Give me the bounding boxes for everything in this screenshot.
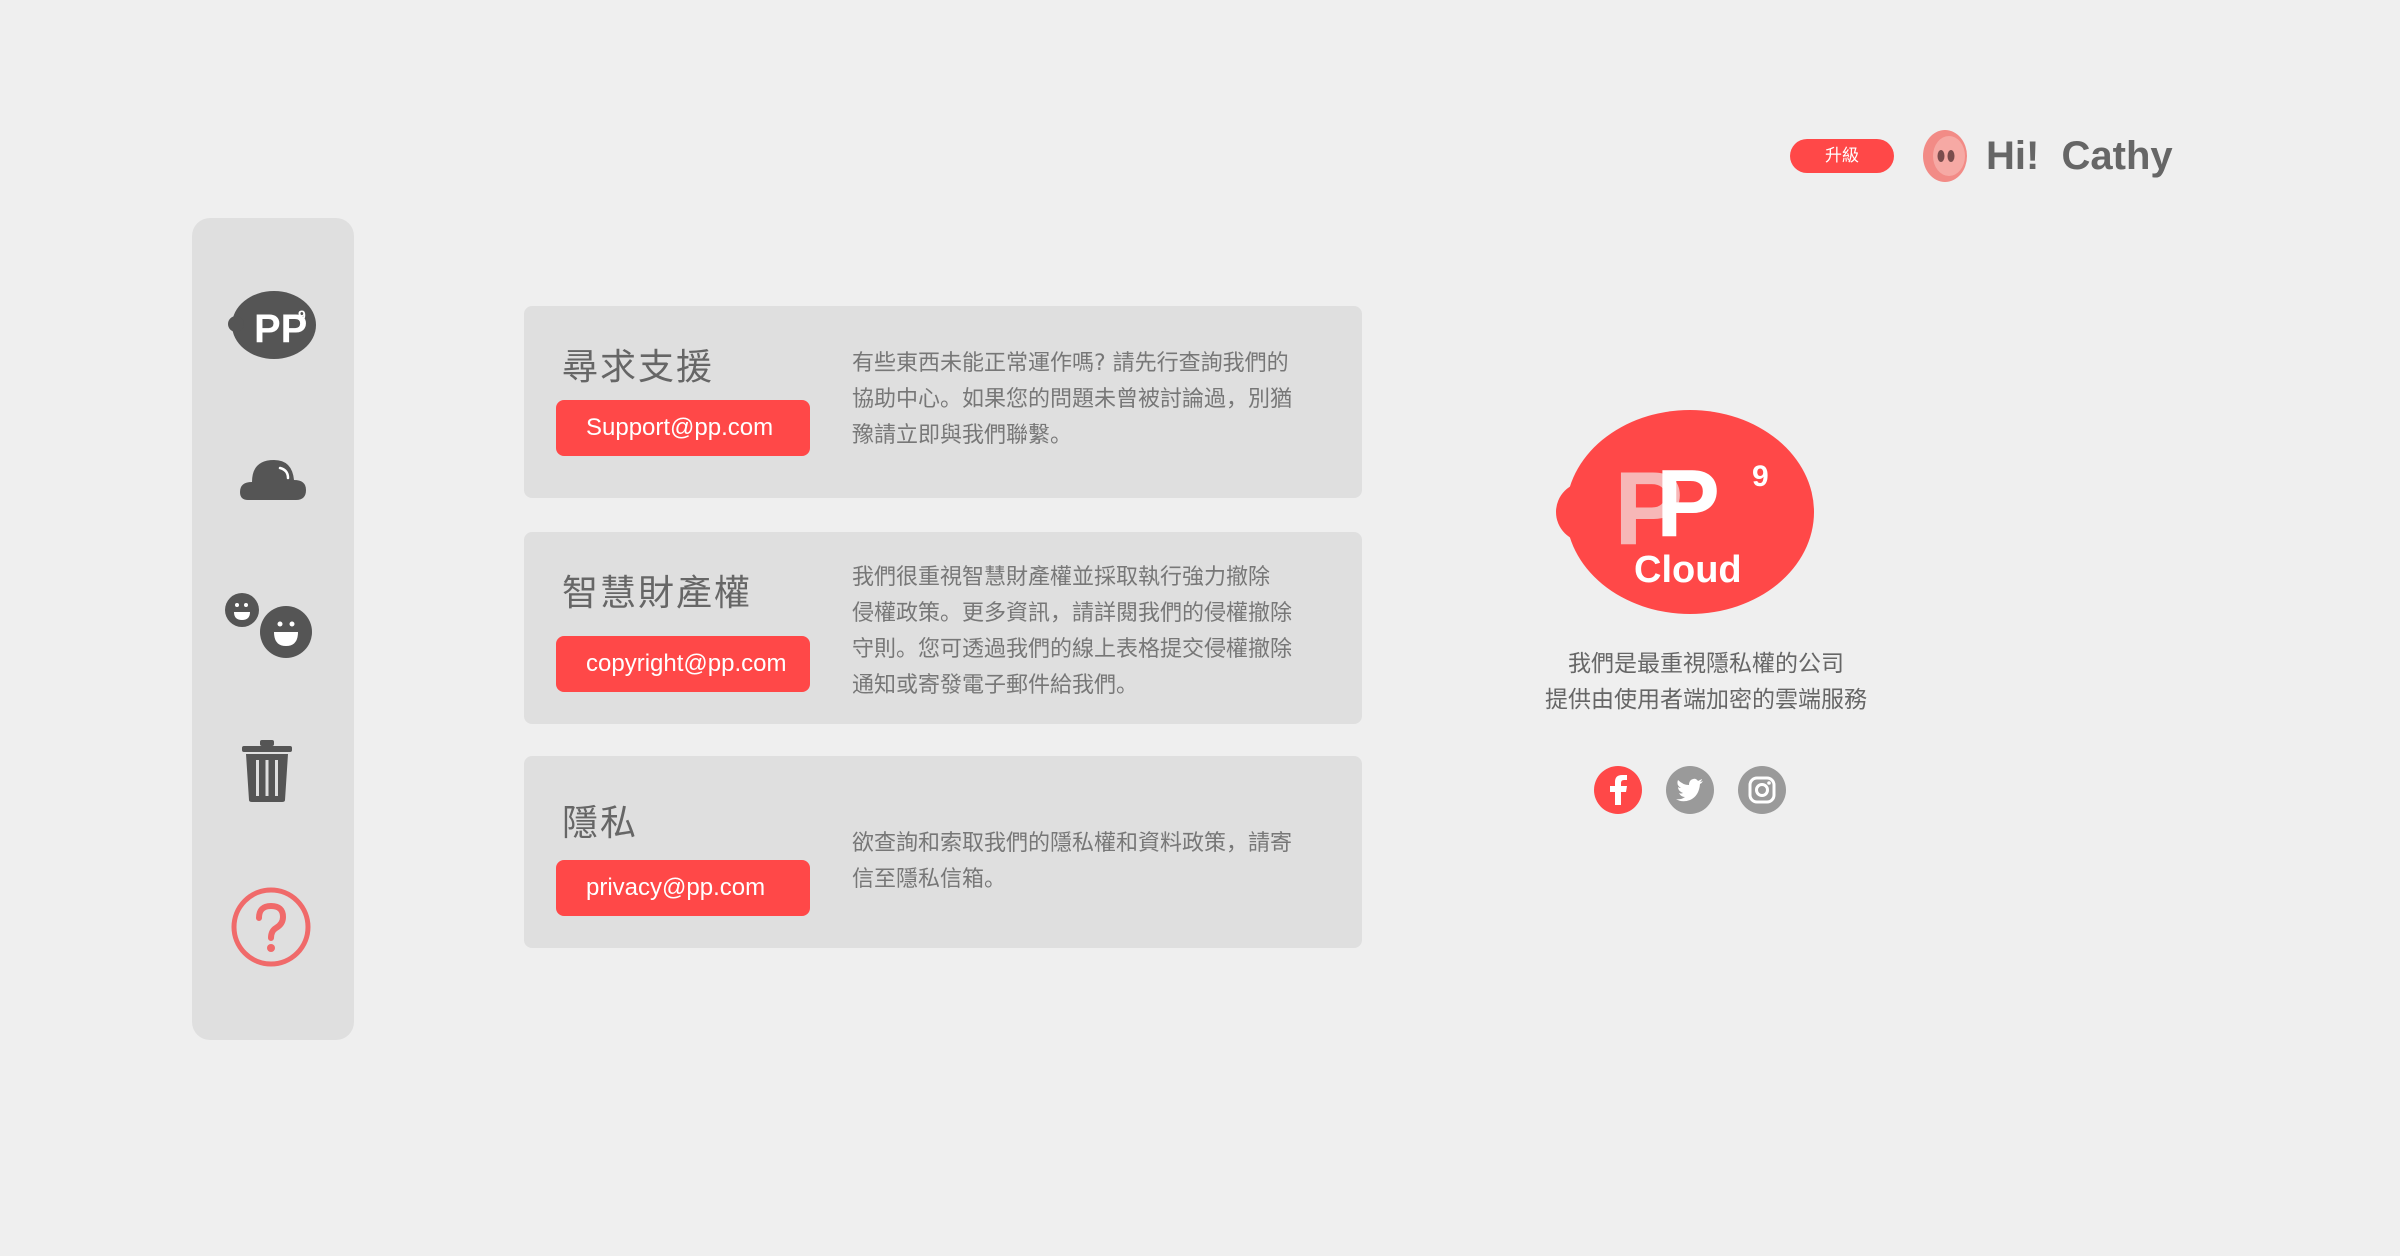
pp-cloud-logo: P P 9 Cloud (1556, 410, 1814, 614)
card-description: 我們很重視智慧財產權並採取執行強力撤除 侵權政策。更多資訊，請詳閱我們的侵權撤除… (852, 560, 1342, 704)
pp-logo-icon[interactable]: PP 9 (228, 288, 320, 362)
social-links (1594, 766, 1786, 814)
facebook-icon[interactable] (1594, 766, 1642, 814)
svg-text:P: P (1656, 450, 1720, 557)
sidebar: PP 9 (192, 218, 354, 1040)
logo-text: Cloud (1634, 549, 1742, 591)
privacy-card: 隱私 privacy@pp.com 欲查詢和索取我們的隱私權和資料政策，請寄 信… (524, 756, 1362, 948)
privacy-email-button[interactable]: privacy@pp.com (556, 860, 810, 916)
svg-text:9: 9 (1752, 460, 1769, 493)
avatar-icon[interactable] (1922, 129, 1968, 183)
twitter-icon[interactable] (1666, 766, 1714, 814)
upgrade-button[interactable]: 升級 (1790, 139, 1894, 173)
description-line: 協助中心。如果您的問題未曾被討論過，別猶 (852, 387, 1293, 412)
cloud-icon[interactable] (240, 452, 306, 502)
copyright-email-button[interactable]: copyright@pp.com (556, 636, 810, 692)
description-line: 欲查詢和索取我們的隱私權和資料政策，請寄 (852, 831, 1293, 856)
support-email-button[interactable]: Support@pp.com (556, 400, 810, 456)
help-icon[interactable] (230, 886, 312, 968)
svg-text:9: 9 (298, 307, 306, 323)
trash-icon[interactable] (242, 740, 292, 802)
card-description: 有些東西未能正常運作嗎? 請先行查詢我們的 協助中心。如果您的問題未曾被討論過，… (852, 346, 1342, 454)
brand-tagline: 我們是最重視隱私權的公司 提供由使用者端加密的雲端服務 (1506, 646, 1906, 718)
card-title: 智慧財產權 (562, 573, 753, 614)
contact-page: 升級 Hi! Cathy PP 9 尋求支援 Support@pp.com 有些… (0, 0, 2400, 1256)
description-line: 我們很重視智慧財產權並採取執行強力撤除 (852, 565, 1271, 590)
tagline-line: 我們是最重視隱私權的公司 (1568, 651, 1844, 677)
support-card: 尋求支援 Support@pp.com 有些東西未能正常運作嗎? 請先行查詢我們… (524, 306, 1362, 498)
description-line: 通知或寄發電子郵件給我們。 (852, 673, 1139, 698)
card-description: 欲查詢和索取我們的隱私權和資料政策，請寄 信至隱私信箱。 (852, 826, 1342, 898)
user-greeting: Hi! Cathy (1986, 133, 2173, 178)
card-title: 尋求支援 (562, 347, 715, 388)
description-line: 有些東西未能正常運作嗎? 請先行查詢我們的 (852, 351, 1289, 376)
description-line: 守則。您可透過我們的線上表格提交侵權撤除 (852, 637, 1293, 662)
header: 升級 Hi! Cathy (1790, 128, 2173, 184)
tagline-line: 提供由使用者端加密的雲端服務 (1545, 687, 1867, 713)
description-line: 侵權政策。更多資訊，請詳閱我們的侵權撤除 (852, 601, 1293, 626)
share-faces-icon[interactable] (224, 590, 316, 660)
description-line: 信至隱私信箱。 (852, 867, 1007, 892)
card-title: 隱私 (562, 803, 639, 844)
description-line: 豫請立即與我們聯繫。 (852, 423, 1073, 448)
copyright-card: 智慧財產權 copyright@pp.com 我們很重視智慧財產權並採取執行強力… (524, 532, 1362, 724)
instagram-icon[interactable] (1738, 766, 1786, 814)
